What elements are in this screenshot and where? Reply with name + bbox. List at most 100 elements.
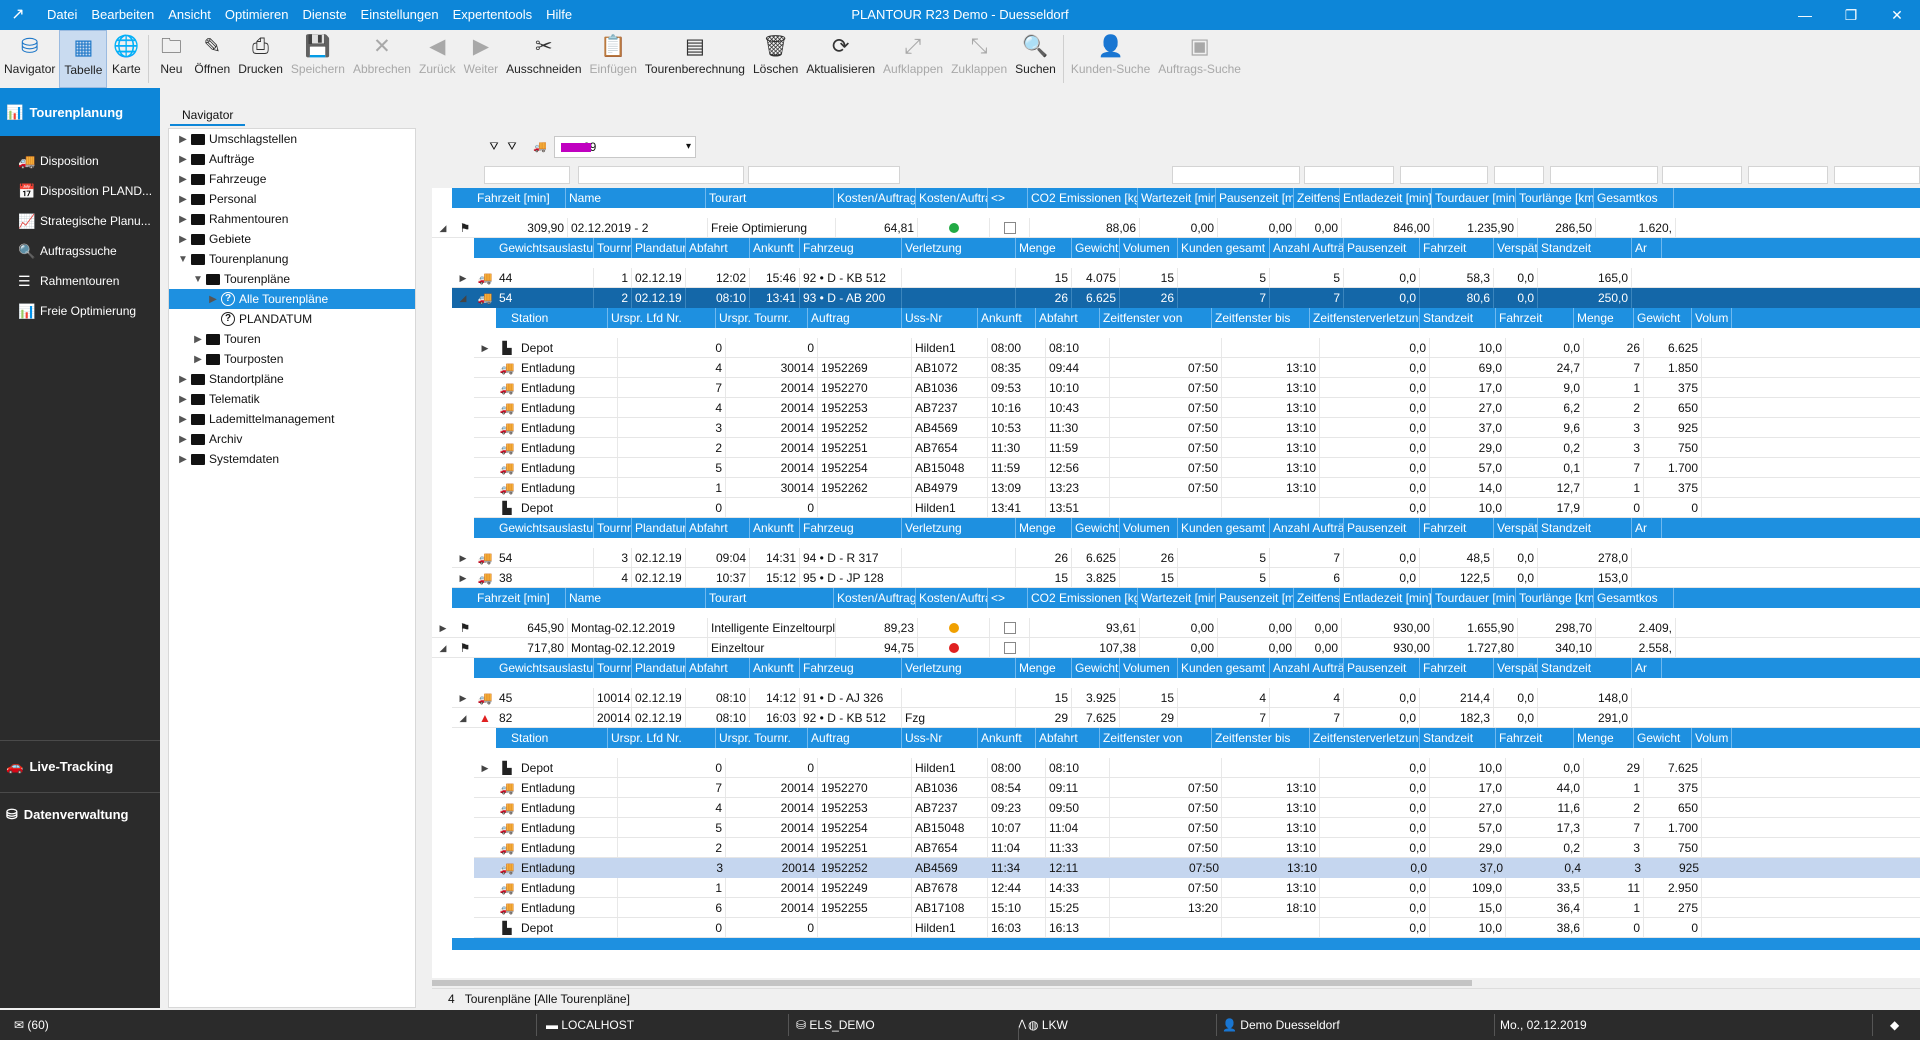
- expand-icon[interactable]: [474, 458, 496, 477]
- tree-node[interactable]: ▶ Umschlagstellen: [169, 129, 415, 149]
- expander-icon[interactable]: ▶: [177, 414, 189, 425]
- expand-icon[interactable]: [474, 478, 496, 497]
- sidebar-item-3[interactable]: 🔍 Auftragssuche: [0, 236, 160, 266]
- stop-row[interactable]: 🚚 Entladung 5 20014 1952254 AB15048 10:07 11:04…: [474, 818, 1920, 838]
- expand-icon[interactable]: [474, 918, 496, 937]
- scroll-thumb[interactable]: [432, 980, 1472, 986]
- weiter-button[interactable]: ▶ Weiter: [460, 30, 502, 88]
- column-filter[interactable]: [1172, 166, 1300, 184]
- aktualisieren-button[interactable]: ⟳ Aktualisieren: [802, 30, 879, 88]
- stop-row[interactable]: 🚚 Entladung 5 20014 1952254 AB15048 11:59 12:56…: [474, 458, 1920, 478]
- expand-icon[interactable]: [474, 498, 496, 517]
- zuklappen-button[interactable]: ⤡ Zuklappen: [947, 30, 1011, 88]
- sidebar-live-tracking[interactable]: 🚗 Live-Tracking: [0, 740, 160, 792]
- tree-node[interactable]: ▶ Standortpläne: [169, 369, 415, 389]
- ausschneiden-button[interactable]: ✂ Ausschneiden: [502, 30, 585, 88]
- aufklappen-button[interactable]: ⤢ Aufklappen: [879, 30, 947, 88]
- stop-row[interactable]: 🚚 Entladung 7 20014 1952270 AB1036 09:53 10:10 0…: [474, 378, 1920, 398]
- expander-icon[interactable]: ▶: [207, 294, 219, 305]
- column-filter[interactable]: [1834, 166, 1920, 184]
- navigator-button[interactable]: ⛁ Navigator: [0, 30, 59, 88]
- filter-clear-icon[interactable]: ⛛: [504, 138, 520, 156]
- stop-row[interactable]: 🚚 Entladung 3 20014 1952252 AB4569 10:53 11:30 0…: [474, 418, 1920, 438]
- stop-row[interactable]: 🚚 Entladung 4 30014 1952269 AB1072 08:35 09:44 0…: [474, 358, 1920, 378]
- collapse-icon[interactable]: ◢: [452, 288, 474, 308]
- tree-node[interactable]: ▶ Rahmentouren: [169, 209, 415, 229]
- column-filter[interactable]: [1304, 166, 1394, 184]
- checkbox[interactable]: [1003, 222, 1016, 235]
- expander-icon[interactable]: ▶: [192, 354, 204, 365]
- color-filter-select[interactable]: 69▾: [554, 136, 696, 158]
- column-filter[interactable]: [578, 166, 744, 184]
- expander-icon[interactable]: ▶: [177, 394, 189, 405]
- menu-item-1[interactable]: Bearbeiten: [84, 0, 161, 30]
- sidebar-header-tourenplanung[interactable]: 📊 Tourenplanung: [0, 88, 160, 136]
- tour-row[interactable]: ◢ 🚚 54 2 02.12.19 08:10 13:41 93 • D - AB 200 26…: [452, 288, 1920, 308]
- horizontal-scrollbar[interactable]: [432, 978, 1920, 988]
- column-filter[interactable]: [1662, 166, 1742, 184]
- expand-icon[interactable]: [474, 438, 496, 457]
- truck-filter-icon[interactable]: 🚚: [532, 138, 548, 156]
- tree-node[interactable]: ▶ Fahrzeuge: [169, 169, 415, 189]
- expand-icon[interactable]: [474, 358, 496, 377]
- neu-button[interactable]: 🗀 Neu: [152, 30, 190, 88]
- expand-icon[interactable]: [474, 818, 496, 837]
- expand-icon[interactable]: ▶: [452, 268, 474, 287]
- karte-button[interactable]: 🌐 Karte: [107, 30, 145, 88]
- collapse-icon[interactable]: ◢: [432, 638, 454, 657]
- zurück-button[interactable]: ◀ Zurück: [415, 30, 460, 88]
- tree-node[interactable]: ▶ Tourposten: [169, 349, 415, 369]
- menu-item-3[interactable]: Optimieren: [218, 0, 296, 30]
- stop-row[interactable]: ▙ Depot 0 0 Hilden1 13:41 13:51 0,0 10,0 17,9 0 0: [474, 498, 1920, 518]
- maximize-icon[interactable]: ❐: [1828, 0, 1874, 30]
- expand-icon[interactable]: [474, 378, 496, 397]
- expand-icon[interactable]: ▶: [432, 618, 454, 637]
- column-filter[interactable]: [1494, 166, 1544, 184]
- expander-icon[interactable]: ▶: [177, 214, 189, 225]
- tourenberechnung-button[interactable]: ▤ Tourenberechnung: [641, 30, 749, 88]
- checkbox[interactable]: [1003, 642, 1016, 655]
- tree-node[interactable]: ▶ Personal: [169, 189, 415, 209]
- tree-node[interactable]: ▶ Gebiete: [169, 229, 415, 249]
- tree-node[interactable]: ▶ Aufträge: [169, 149, 415, 169]
- menu-item-6[interactable]: Expertentools: [446, 0, 540, 30]
- tree-node[interactable]: ▼ Tourenplanung: [169, 249, 415, 269]
- minimize-icon[interactable]: —: [1782, 0, 1828, 30]
- expand-icon[interactable]: ▶: [452, 688, 474, 707]
- stop-row[interactable]: 🚚 Entladung 1 30014 1952262 AB4979 13:09 13:23 0…: [474, 478, 1920, 498]
- tour-row[interactable]: ▶ 🚚 38 4 02.12.19 10:37 15:12 95 • D - JP 128 15…: [452, 568, 1920, 588]
- tabelle-button[interactable]: ▦ Tabelle: [59, 30, 108, 88]
- expand-icon[interactable]: [474, 858, 496, 878]
- speichern-button[interactable]: 💾 Speichern: [287, 30, 349, 88]
- abbrechen-button[interactable]: ✕ Abbrechen: [349, 30, 415, 88]
- expander-icon[interactable]: ▶: [177, 234, 189, 245]
- tour-row[interactable]: ▶ 🚚 45 10014 02.12.19 08:10 14:12 91 • D - AJ 3…: [452, 688, 1920, 708]
- checkbox[interactable]: [1003, 622, 1016, 635]
- drucken-button[interactable]: ⎙ Drucken: [234, 30, 287, 88]
- tree-node[interactable]: ▶ Telematik: [169, 389, 415, 409]
- collapse-icon[interactable]: ◢: [432, 218, 454, 237]
- status-messages[interactable]: ✉ (60): [14, 1010, 49, 1040]
- stop-row[interactable]: 🚚 Entladung 4 20014 1952253 AB7237 10:16 10:43 0…: [474, 398, 1920, 418]
- expand-icon[interactable]: [474, 418, 496, 437]
- column-filter[interactable]: [484, 166, 570, 184]
- tree-node[interactable]: ▶? Alle Tourenpläne: [169, 289, 415, 309]
- löschen-button[interactable]: 🗑 Löschen: [749, 30, 802, 88]
- column-filter[interactable]: [1550, 166, 1658, 184]
- sidebar-item-2[interactable]: 📈 Strategische Planu...: [0, 206, 160, 236]
- sidebar-datenverwaltung[interactable]: ⛁ Datenverwaltung: [0, 792, 160, 836]
- einfügen-button[interactable]: 📋 Einfügen: [586, 30, 641, 88]
- expand-icon[interactable]: [474, 898, 496, 917]
- stop-row[interactable]: 🚚 Entladung 2 20014 1952251 AB7654 11:30 11:59 0…: [474, 438, 1920, 458]
- column-filter-select[interactable]: [748, 166, 900, 184]
- stop-row[interactable]: 🚚 Entladung 3 20014 1952252 AB4569 11:34 12:11 0…: [474, 858, 1920, 878]
- stop-row[interactable]: 🚚 Entladung 7 20014 1952270 AB1036 08:54 09:11 0…: [474, 778, 1920, 798]
- menu-item-5[interactable]: Einstellungen: [354, 0, 446, 30]
- expander-icon[interactable]: ▶: [192, 334, 204, 345]
- expander-icon[interactable]: ▶: [177, 154, 189, 165]
- menu-item-0[interactable]: Datei: [40, 0, 84, 30]
- tour-row[interactable]: ▶ 🚚 44 1 02.12.19 12:02 15:46 92 • D - KB 512 15…: [452, 268, 1920, 288]
- sidebar-item-4[interactable]: ☰ Rahmentouren: [0, 266, 160, 296]
- öffnen-button[interactable]: ✎ Öffnen: [190, 30, 234, 88]
- expander-icon[interactable]: ▼: [177, 254, 189, 265]
